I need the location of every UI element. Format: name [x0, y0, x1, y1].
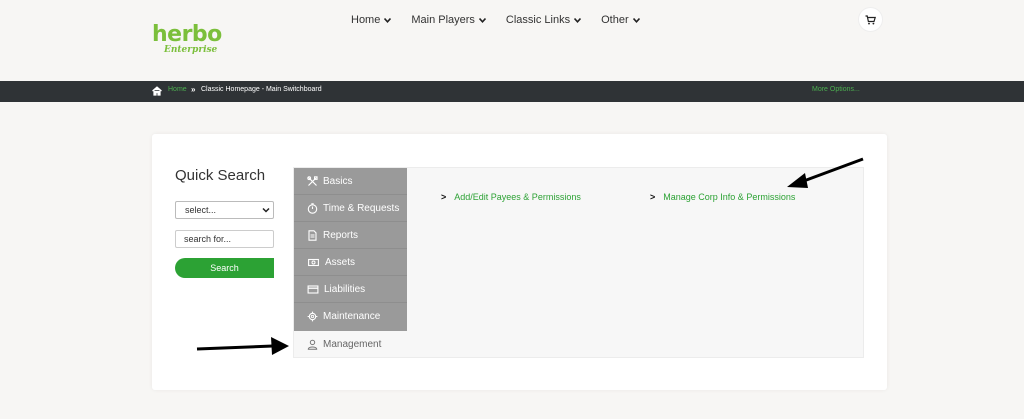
nav-item-classic-links[interactable]: Classic Links — [505, 14, 582, 26]
chevron-right-icon: > — [441, 192, 447, 202]
menu-item-label: Maintenance — [323, 311, 381, 322]
link-manage-corp-info[interactable]: > Manage Corp Info & Permissions — [650, 192, 795, 202]
breadcrumb: Home » Classic Homepage - Main Switchboa… — [0, 81, 1024, 102]
annotation-arrow-icon — [196, 337, 289, 355]
chevron-down-icon — [478, 17, 486, 23]
select-value: select... — [185, 205, 217, 215]
menu-item-label: Management — [323, 339, 382, 350]
nav-item-main-players[interactable]: Main Players — [411, 14, 486, 26]
nav-item-label: Other — [601, 14, 629, 26]
cart-button[interactable] — [858, 7, 883, 32]
quick-search-title: Quick Search — [175, 167, 266, 184]
annotation-arrow-icon — [787, 157, 864, 188]
menu-item-assets[interactable]: Assets — [294, 249, 407, 276]
credit-card-icon — [307, 285, 319, 294]
nav-item-home[interactable]: Home — [351, 14, 392, 26]
stopwatch-icon — [307, 203, 318, 214]
main-nav: Home Main Players Classic Links Other — [351, 12, 640, 28]
menu-item-label: Assets — [325, 257, 356, 268]
home-icon[interactable] — [152, 86, 162, 96]
cart-icon — [865, 14, 876, 24]
nav-item-label: Main Players — [411, 14, 475, 26]
link-label: Add/Edit Payees & Permissions — [454, 192, 581, 202]
switchboard-panel: Basics Time & Requests Reports Assets Li… — [293, 167, 864, 358]
tools-icon — [307, 176, 318, 186]
logo-text: herbo — [152, 22, 222, 47]
quick-search-input[interactable] — [175, 230, 274, 248]
money-icon — [308, 258, 319, 267]
menu-item-label: Basics — [323, 176, 353, 187]
logo-subtext: Enterprise — [164, 45, 218, 55]
menu-item-management[interactable]: Management — [294, 331, 407, 358]
menu-item-basics[interactable]: Basics — [294, 168, 407, 195]
menu-item-label: Reports — [323, 230, 359, 241]
nav-item-label: Home — [351, 14, 381, 26]
chevron-down-icon — [384, 17, 392, 23]
gear-icon — [307, 311, 318, 322]
search-button[interactable]: Search — [175, 258, 274, 278]
menu-item-liabilities[interactable]: Liabilities — [294, 276, 407, 303]
user-icon — [307, 339, 318, 350]
menu-item-maintenance[interactable]: Maintenance — [294, 303, 407, 330]
menu-item-label: Time & Requests — [323, 203, 400, 214]
document-icon — [308, 230, 317, 241]
breadcrumb-home-link[interactable]: Home — [168, 86, 187, 93]
site-header: herbo Enterprise Home Main Players Class… — [0, 0, 1024, 81]
menu-item-label: Liabilities — [324, 284, 366, 295]
chevron-down-icon — [632, 17, 640, 23]
logo[interactable]: herbo Enterprise — [152, 23, 222, 59]
link-add-edit-payees[interactable]: > Add/Edit Payees & Permissions — [441, 192, 581, 202]
menu-item-reports[interactable]: Reports — [294, 222, 407, 249]
double-chevron-right-icon: » — [191, 85, 196, 94]
nav-item-label: Classic Links — [505, 14, 571, 26]
quick-search-select[interactable]: select... — [175, 201, 274, 219]
breadcrumb-current: Classic Homepage - Main Switchboard — [201, 86, 322, 93]
nav-item-other[interactable]: Other — [601, 14, 640, 26]
chevron-right-icon: > — [650, 192, 656, 202]
chevron-down-icon — [262, 207, 270, 213]
chevron-down-icon — [574, 17, 582, 23]
link-label: Manage Corp Info & Permissions — [663, 192, 796, 202]
more-options-link[interactable]: More Options... — [812, 86, 860, 93]
menu-item-time-requests[interactable]: Time & Requests — [294, 195, 407, 222]
